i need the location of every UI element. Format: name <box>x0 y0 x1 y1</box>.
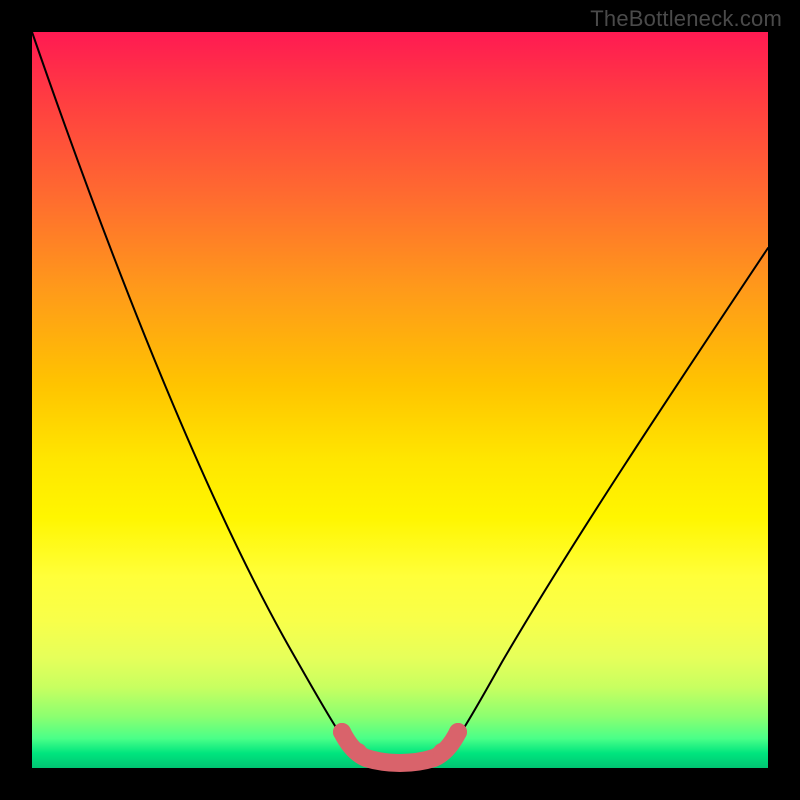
band-dot-right-1 <box>433 743 451 761</box>
band-dot-left-2 <box>349 743 367 761</box>
chart-svg <box>32 32 768 768</box>
band-dot-left-1 <box>333 723 351 741</box>
band-dot-right-2 <box>449 723 467 741</box>
chart-frame: TheBottleneck.com <box>0 0 800 800</box>
chart-plot-area <box>32 32 768 768</box>
bottleneck-curve <box>32 32 768 763</box>
attribution-label: TheBottleneck.com <box>590 6 782 32</box>
